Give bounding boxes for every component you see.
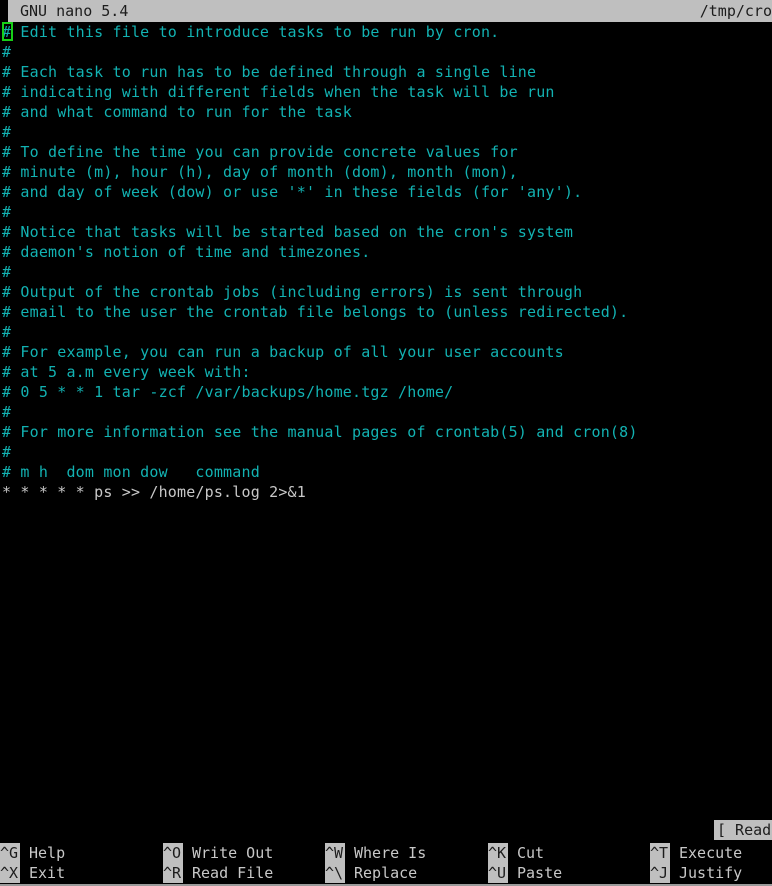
- editor-line[interactable]: # For example, you can run a backup of a…: [0, 342, 772, 362]
- editor-line[interactable]: # m h dom mon dow command: [0, 462, 772, 482]
- shortcut-key: ^R: [163, 863, 183, 883]
- shortcut-paste[interactable]: ^U Paste: [488, 863, 562, 883]
- editor-line[interactable]: #: [0, 442, 772, 462]
- shortcut-label: Help: [29, 844, 66, 862]
- editor-line[interactable]: # indicating with different fields when …: [0, 82, 772, 102]
- shortcut-execute[interactable]: ^T Execute: [650, 843, 742, 863]
- shortcut-justify[interactable]: ^J Justify: [650, 863, 742, 883]
- editor-line[interactable]: #: [0, 402, 772, 422]
- shortcut-exit[interactable]: ^X Exit: [0, 863, 65, 883]
- terminal-screen: GNU nano 5.4 /tmp/cro # Edit this file t…: [0, 0, 772, 886]
- shortcut-label: Execute: [679, 844, 743, 862]
- editor-line[interactable]: # at 5 a.m every week with:: [0, 362, 772, 382]
- shortcut-replace[interactable]: ^\ Replace: [325, 863, 417, 883]
- editor-lines[interactable]: # Edit this file to introduce tasks to b…: [0, 22, 772, 502]
- editor-line[interactable]: #: [0, 202, 772, 222]
- shortcut-label: Exit: [29, 864, 66, 882]
- editor-line[interactable]: # Output of the crontab jobs (including …: [0, 282, 772, 302]
- editor-line[interactable]: # For more information see the manual pa…: [0, 422, 772, 442]
- editor-line[interactable]: # Notice that tasks will be started base…: [0, 222, 772, 242]
- editor-line[interactable]: #: [0, 122, 772, 142]
- shortcut-bar: ^G Help ^O Write Out ^W Where Is ^K Cut ^T Execut…: [0, 842, 772, 886]
- editor-line[interactable]: #: [0, 322, 772, 342]
- shortcut-label: Paste: [517, 864, 563, 882]
- titlebar-inner: GNU nano 5.4 /tmp/cro: [8, 0, 772, 22]
- shortcut-read-file[interactable]: ^R Read File: [163, 863, 273, 883]
- shortcut-key: ^O: [163, 843, 183, 863]
- shortcut-key: ^T: [650, 843, 670, 863]
- editor-line[interactable]: # To define the time you can provide con…: [0, 142, 772, 162]
- editor-line[interactable]: # Edit this file to introduce tasks to b…: [0, 22, 772, 42]
- titlebar: GNU nano 5.4 /tmp/cro: [0, 0, 772, 22]
- shortcut-label: Where Is: [354, 844, 427, 862]
- status-message: [ Read: [714, 820, 772, 840]
- editor-line[interactable]: # daemon's notion of time and timezones.: [0, 242, 772, 262]
- shortcut-row-1: ^G Help ^O Write Out ^W Where Is ^K Cut ^T Execut…: [0, 843, 772, 863]
- shortcut-key: ^U: [488, 863, 508, 883]
- shortcut-cut[interactable]: ^K Cut: [488, 843, 544, 863]
- editor-line[interactable]: # email to the user the crontab file bel…: [0, 302, 772, 322]
- shortcut-key: ^J: [650, 863, 670, 883]
- editor-line[interactable]: # Each task to run has to be defined thr…: [0, 62, 772, 82]
- editor-line[interactable]: * * * * * ps >> /home/ps.log 2>&1: [0, 482, 772, 502]
- shortcut-key: ^X: [0, 863, 20, 883]
- editor-line[interactable]: #: [0, 262, 772, 282]
- shortcut-where-is[interactable]: ^W Where Is: [325, 843, 426, 863]
- shortcut-write-out[interactable]: ^O Write Out: [163, 843, 273, 863]
- shortcut-row-2: ^X Exit ^R Read File ^\ Replace ^U Paste ^J Justi…: [0, 863, 772, 883]
- shortcut-key: ^K: [488, 843, 508, 863]
- shortcut-key: ^\: [325, 863, 345, 883]
- file-path-label: /tmp/cro: [699, 2, 772, 20]
- editor-line[interactable]: # and day of week (dow) or use '*' in th…: [0, 182, 772, 202]
- shortcut-label: Justify: [679, 864, 743, 882]
- editor-line[interactable]: #: [0, 42, 772, 62]
- status-line: [ Read: [0, 818, 772, 842]
- shortcut-label: Write Out: [192, 844, 274, 862]
- editor-line[interactable]: # and what command to run for the task: [0, 102, 772, 122]
- shortcut-label: Cut: [517, 844, 545, 862]
- shortcut-label: Read File: [192, 864, 274, 882]
- shortcut-help[interactable]: ^G Help: [0, 843, 65, 863]
- editor-line[interactable]: # minute (m), hour (h), day of month (do…: [0, 162, 772, 182]
- editor-text-area[interactable]: # Edit this file to introduce tasks to b…: [0, 22, 772, 818]
- shortcut-label: Replace: [354, 864, 418, 882]
- shortcut-key: ^G: [0, 843, 20, 863]
- shortcut-key: ^W: [325, 843, 345, 863]
- editor-line[interactable]: # 0 5 * * 1 tar -zcf /var/backups/home.t…: [0, 382, 772, 402]
- app-title: GNU nano 5.4: [20, 2, 129, 20]
